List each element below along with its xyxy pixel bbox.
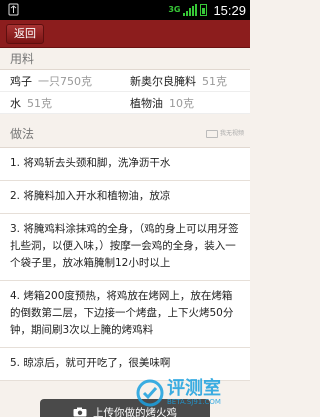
usb-icon (8, 3, 19, 16)
camera-icon (73, 407, 87, 417)
ingredients-table: 鸡子 一只750克 新奥尔良腌料 51克 水 51克 植物油 10克 (0, 70, 250, 114)
ingredient-name: 鸡子 (10, 74, 32, 88)
ingredient-name: 植物油 (130, 96, 163, 110)
network-type: 3G (168, 5, 181, 14)
ingredients-header: 用料 (0, 48, 250, 70)
ingredient-row: 水 51克 植物油 10克 (0, 92, 250, 114)
step-item: 4. 烤箱200度预热，将鸡放在烤网上，放在烤箱的倒数第二层，下边接一个烤盘，上… (0, 281, 250, 348)
step-item: 2. 将腌料加入开水和植物油，放凉 (0, 181, 250, 214)
ingredient-qty: 51克 (27, 96, 52, 110)
title-bar: 返回 (0, 20, 250, 48)
watermark: 评测室 BETA.SJ91.COM (136, 377, 246, 409)
ingredient-qty: 10克 (169, 96, 194, 110)
recipe-content[interactable]: 用料 鸡子 一只750克 新奥尔良腌料 51克 水 51克 植物油 10克 做法 我无视… (0, 48, 250, 417)
ingredient-item: 鸡子 一只750克 (0, 73, 125, 89)
video-toggle-label: 我无视频 (219, 130, 244, 137)
ingredient-qty: 51克 (202, 74, 227, 88)
watermark-site: BETA.SJ91.COM (167, 398, 221, 406)
step-item: 3. 将腌鸡料涂抹鸡的全身，（鸡的身上可以用牙签扎些洞，以便入味，）按摩一会鸡的… (0, 214, 250, 281)
ingredient-item: 植物油 10克 (125, 95, 250, 111)
ingredient-name: 新奥尔良腌料 (130, 74, 196, 88)
ingredient-item: 新奥尔良腌料 51克 (125, 73, 250, 89)
ingredient-qty: 一只750克 (38, 74, 92, 88)
status-bar: 3G 15:29 (0, 0, 250, 20)
step-item: 1. 将鸡斩去头颈和脚，洗净沥干水 (0, 148, 250, 181)
video-icon (205, 130, 218, 138)
back-button[interactable]: 返回 (6, 24, 44, 44)
watermark-logo-icon (136, 379, 164, 407)
battery-icon (200, 4, 208, 16)
ingredient-row: 鸡子 一只750克 新奥尔良腌料 51克 (0, 70, 250, 92)
steps-title: 做法 (10, 127, 35, 141)
ingredient-item: 水 51克 (0, 95, 125, 111)
signal-icon (183, 4, 198, 16)
steps-header: 做法 我无视频 (0, 120, 250, 148)
clock: 15:29 (213, 2, 246, 18)
watermark-brand: 评测室 (167, 378, 221, 399)
ingredient-name: 水 (10, 96, 21, 110)
video-toggle-button[interactable]: 我无视频 (205, 128, 244, 140)
